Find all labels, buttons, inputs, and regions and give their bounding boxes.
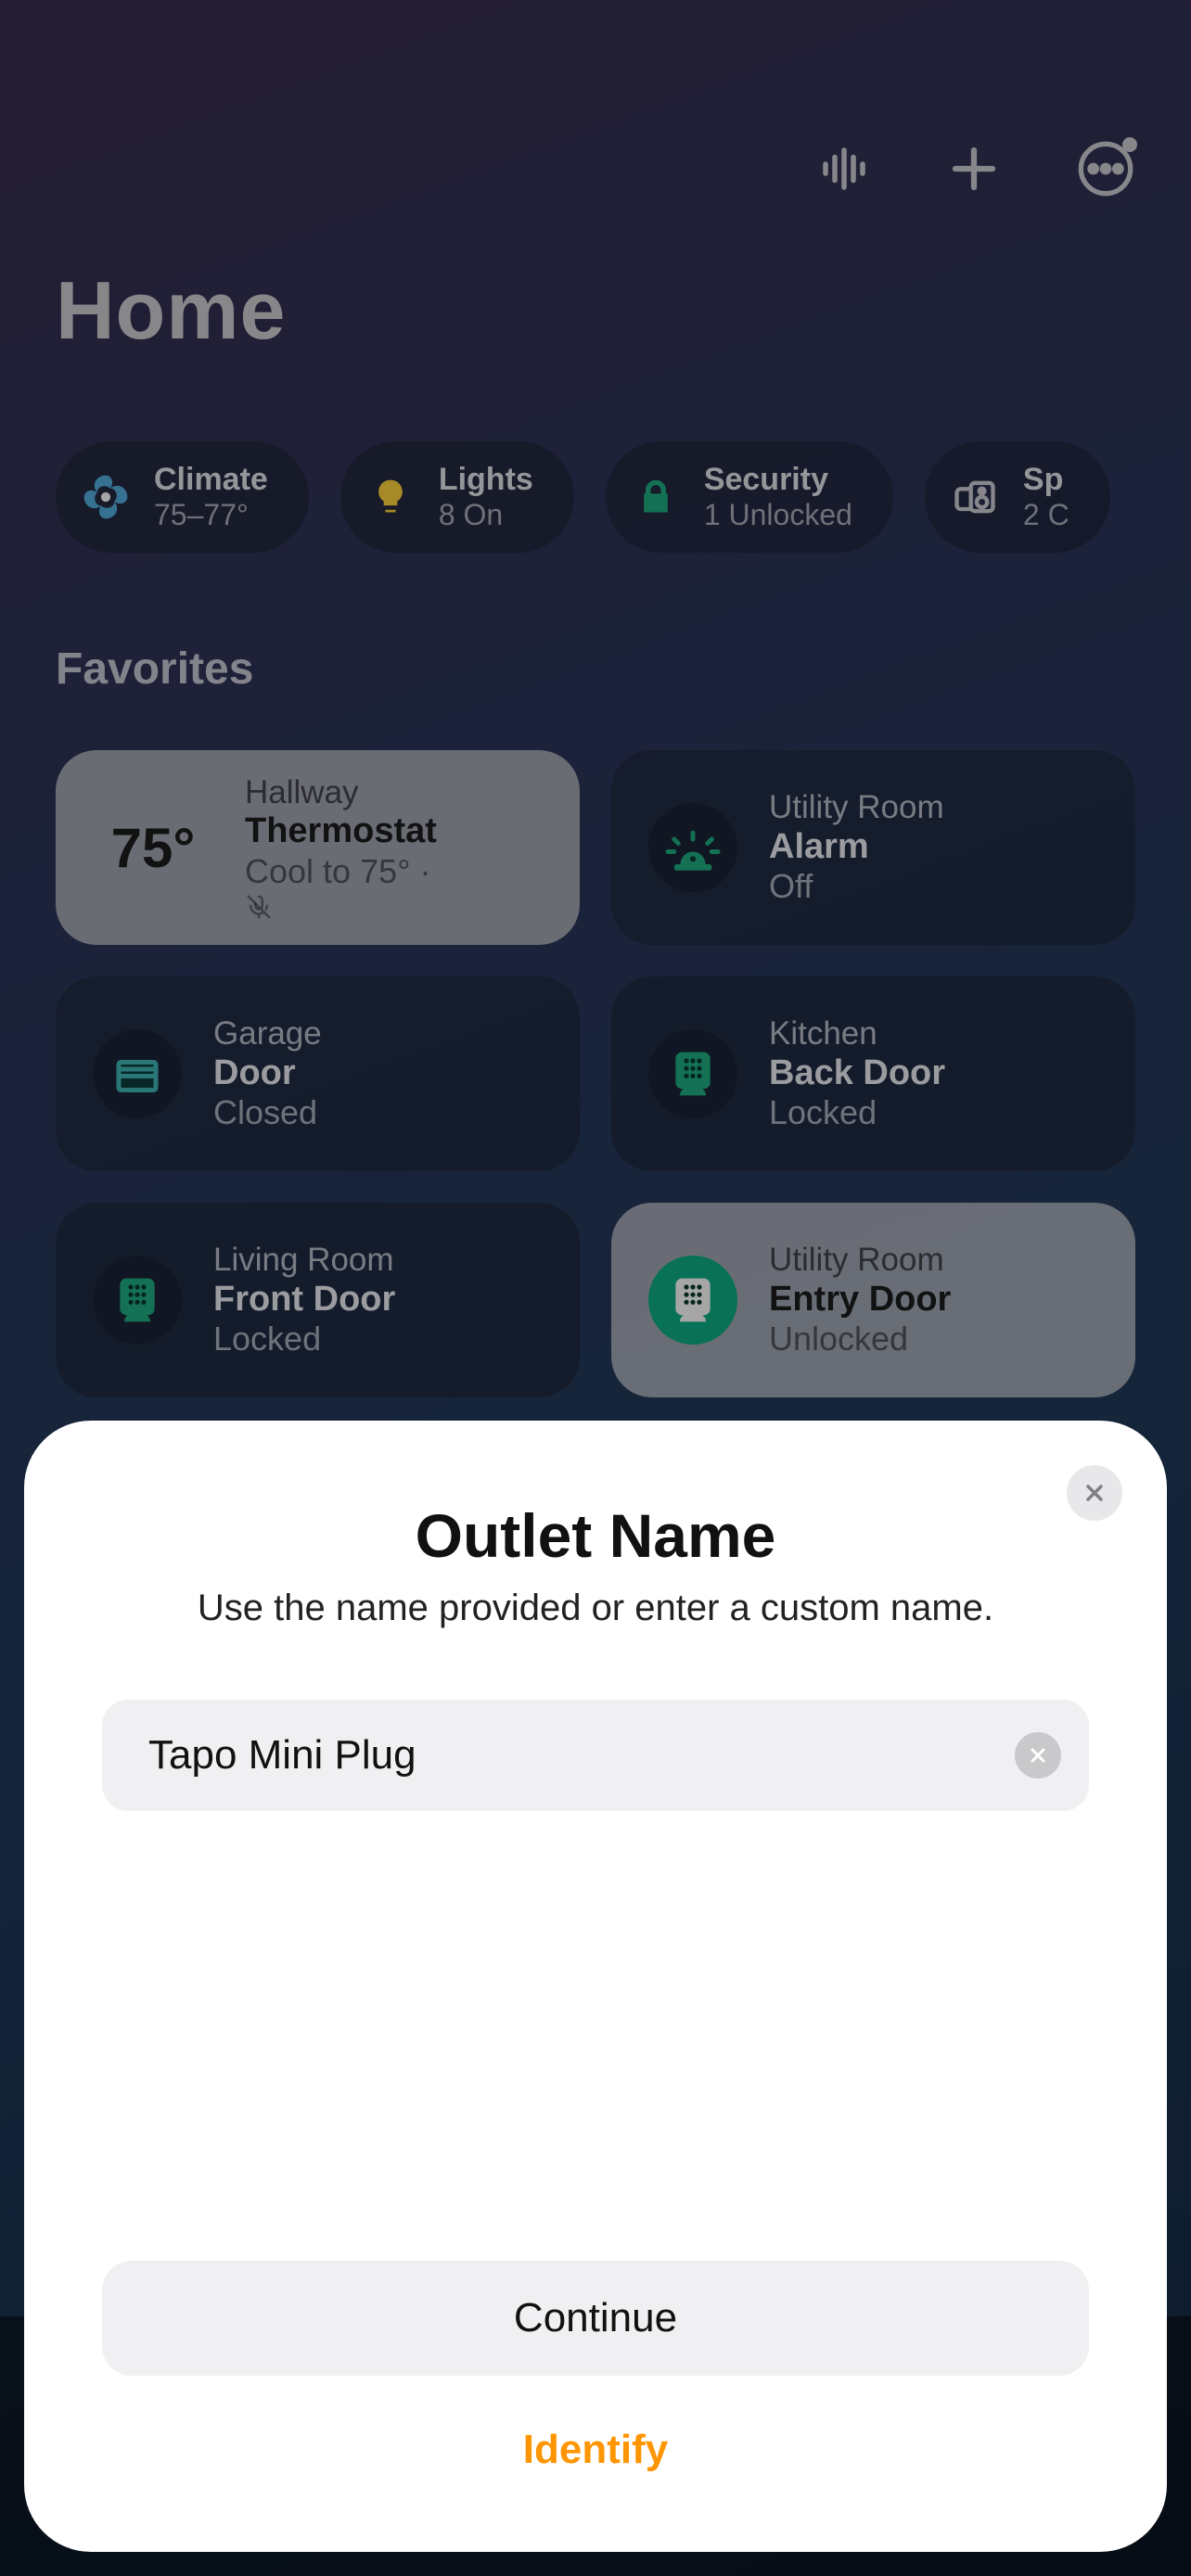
close-button[interactable] — [1067, 1465, 1122, 1521]
outlet-name-modal: Outlet Name Use the name provided or ent… — [24, 1421, 1167, 2552]
outlet-name-input[interactable] — [148, 1732, 1015, 1779]
identify-button[interactable]: Identify — [102, 2404, 1089, 2496]
modal-title: Outlet Name — [102, 1500, 1089, 1571]
continue-button[interactable]: Continue — [102, 2261, 1089, 2376]
clear-input-button[interactable] — [1015, 1732, 1061, 1779]
modal-subtitle: Use the name provided or enter a custom … — [102, 1588, 1089, 1629]
